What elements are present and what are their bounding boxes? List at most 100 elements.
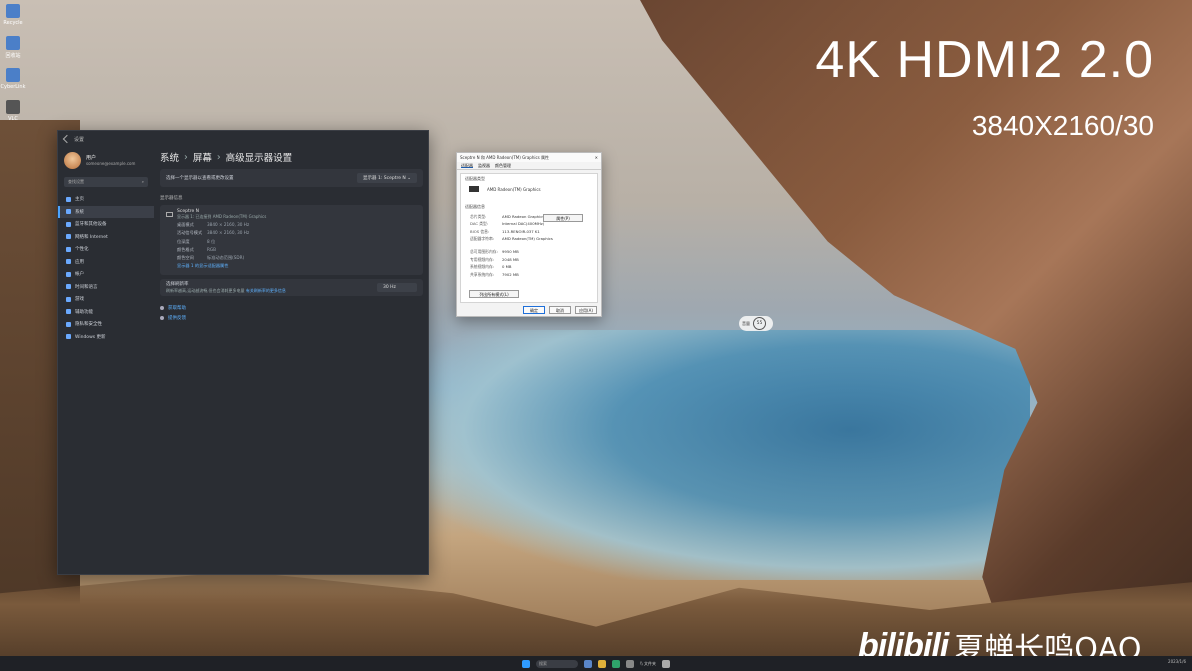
refresh-rate-row: 选择刷新率 刷新率越高,运动越流畅,但也会消耗更多电量 有关刷新率的更多信息 3… xyxy=(160,279,423,296)
overlay-subtitle: 3840X2160/30 xyxy=(971,110,1154,141)
detail-key: 颜色空间 xyxy=(177,254,194,260)
properties-button[interactable]: 属性(P) xyxy=(543,214,583,222)
apply-button[interactable]: 应用(A) xyxy=(575,306,597,314)
info-key: 专用视频内存: xyxy=(470,256,495,262)
info-key: 总可用图形内存: xyxy=(470,248,498,254)
gpu-chip-icon xyxy=(469,186,479,192)
sidebar-item-label: 应用 xyxy=(75,259,84,265)
brush-icon xyxy=(66,246,71,252)
user-profile[interactable]: 用户 someone@example.com xyxy=(58,147,154,173)
dialog-titlebar: Sceptre N 和 AMD Radeon(TM) Graphics 属性 ✕ xyxy=(457,153,601,162)
adapter-properties-link[interactable]: 显示器 1 的显示适配器属性 xyxy=(166,263,417,269)
sidebar-item-label: 蓝牙和其他设备 xyxy=(75,222,107,228)
app-icon[interactable] xyxy=(661,659,670,668)
app-icon xyxy=(6,100,20,114)
file-explorer-icon[interactable] xyxy=(598,659,607,668)
breadcrumb: 系统 › 屏幕 › 高级显示器设置 xyxy=(160,149,423,165)
sidebar-item[interactable]: 蓝牙和其他设备 xyxy=(58,218,154,231)
refresh-rate-dropdown[interactable]: 30 Hz xyxy=(377,283,417,292)
detail-row: 位深度 8 位 xyxy=(166,239,417,245)
sidebar-item-label: 辅助功能 xyxy=(75,309,93,315)
taskbar-file-item[interactable]: \\ 文件夹 xyxy=(640,660,656,668)
avatar xyxy=(64,151,81,169)
tab-adapter[interactable]: 适配器 xyxy=(461,163,473,168)
sidebar-item-label: 帐户 xyxy=(75,272,84,278)
tab-monitor[interactable]: 监视器 xyxy=(478,163,490,168)
sidebar-item[interactable]: 网络和 Internet xyxy=(58,231,154,244)
task-view-icon[interactable] xyxy=(584,659,593,668)
clock-tray[interactable]: 2023/1/6 xyxy=(1168,659,1186,664)
account-icon xyxy=(66,271,71,277)
detail-key: 颜色格式 xyxy=(177,246,194,252)
tab-color[interactable]: 颜色管理 xyxy=(495,163,511,168)
info-value: 9950 MB xyxy=(502,248,519,254)
list-modes-button[interactable]: 列出所有模式(L) xyxy=(469,290,519,298)
feedback-link[interactable]: 提供反馈 xyxy=(160,315,423,321)
wallpaper-sea xyxy=(430,330,1030,580)
sidebar-item-label: 隐私和安全性 xyxy=(75,322,102,328)
find-setting-input[interactable]: 查找设置 ⌕ xyxy=(64,177,148,187)
sidebar-item[interactable]: 主页 xyxy=(58,193,154,206)
dialog-tabs: 适配器 监视器 颜色管理 xyxy=(457,162,601,170)
desktop-icon-app-3[interactable]: VLC xyxy=(2,100,24,130)
adapter-group-label: 适配器类型 xyxy=(465,176,485,181)
apps-icon xyxy=(66,259,71,265)
sidebar-item[interactable]: 时间和语言 xyxy=(58,281,154,294)
ok-button[interactable]: 确定 xyxy=(523,306,545,314)
sidebar-item[interactable]: Windows 更新 xyxy=(58,331,154,344)
refresh-info-link[interactable]: 有关刷新率的更多信息 xyxy=(246,288,286,293)
sidebar-item[interactable]: 游戏 xyxy=(58,293,154,306)
desktop-icon-app-1[interactable]: 回收站 xyxy=(2,36,24,66)
close-icon[interactable]: ✕ xyxy=(595,155,598,160)
sidebar-item[interactable]: 应用 xyxy=(58,256,154,269)
info-value: AMD Radeon(TM) Graphics xyxy=(502,236,553,242)
detail-key: 位深度 xyxy=(177,238,190,244)
settings-gear-icon[interactable] xyxy=(626,659,635,668)
info-row: BIOS 信息: 113-RENOIR-037 K1 xyxy=(461,229,597,235)
chevron-right-icon: › xyxy=(184,151,188,163)
volume-flyout[interactable]: 音量 55 xyxy=(739,316,773,331)
start-button[interactable] xyxy=(522,659,531,668)
dialog-footer: 确定 取消 应用(A) xyxy=(457,306,601,314)
sidebar-item[interactable]: 个性化 xyxy=(58,243,154,256)
breadcrumb-display[interactable]: 屏幕 xyxy=(193,150,212,164)
info-key: DAC 类型: xyxy=(470,221,489,227)
settings-titlebar: 设置 xyxy=(58,131,428,147)
overlay-title: 4K HDMI2 2.0 xyxy=(815,31,1154,89)
info-row: 专用视频内存: 2048 MB xyxy=(461,257,597,263)
info-value: 2048 MB xyxy=(502,256,519,262)
sidebar-item[interactable]: 系统 xyxy=(58,205,154,218)
detail-value: 3840 × 2160, 30 Hz xyxy=(207,230,250,236)
adapter-name: AMD Radeon(TM) Graphics xyxy=(487,186,541,192)
desktop-icon-recycle[interactable]: Recycle xyxy=(2,4,24,34)
info-value: Internal DAC(400MHz) xyxy=(502,221,545,227)
desktop-icon-app-2[interactable]: CyberLink xyxy=(1,68,26,98)
breadcrumb-system[interactable]: 系统 xyxy=(160,150,179,164)
info-key: 共享系统内存: xyxy=(470,271,495,277)
settings-content: 系统 › 屏幕 › 高级显示器设置 选择一个显示器以查看或更改设置 显示器 1:… xyxy=(154,147,429,575)
sidebar-item-label: 个性化 xyxy=(75,247,89,253)
help-icon xyxy=(160,306,164,310)
sidebar-item[interactable]: 辅助功能 xyxy=(58,306,154,319)
settings-window: 设置 用户 someone@example.com 查找设置 ⌕ 主页 系统 蓝牙和… xyxy=(57,130,429,575)
page-title: 高级显示器设置 xyxy=(225,153,293,164)
get-help-link[interactable]: 获取帮助 xyxy=(160,305,423,311)
edge-icon[interactable] xyxy=(612,659,621,668)
sidebar-item-label: 时间和语言 xyxy=(75,284,98,290)
cancel-button[interactable]: 取消 xyxy=(549,306,571,314)
volume-label: 音量 xyxy=(742,320,750,326)
back-arrow-icon[interactable] xyxy=(62,134,72,144)
user-email: someone@example.com xyxy=(86,161,136,166)
sidebar-item-label: 主页 xyxy=(75,197,84,203)
select-display-row: 选择一个显示器以查看或更改设置 显示器 1: Sceptre N ⌄ xyxy=(160,169,423,187)
chevron-right-icon: › xyxy=(216,151,221,163)
detail-key: 活动信号模式 xyxy=(177,230,203,236)
sidebar-item[interactable]: 帐户 xyxy=(58,268,154,281)
recycle-bin-icon xyxy=(6,4,20,18)
bluetooth-icon xyxy=(66,221,71,227)
sidebar-item[interactable]: 隐私和安全性 xyxy=(58,318,154,331)
display-dropdown[interactable]: 显示器 1: Sceptre N ⌄ xyxy=(357,173,417,183)
info-row: DAC 类型: Internal DAC(400MHz) xyxy=(461,221,597,227)
taskbar-search[interactable]: 搜索 xyxy=(536,659,579,668)
info-key: 系统视频内存: xyxy=(470,264,495,270)
